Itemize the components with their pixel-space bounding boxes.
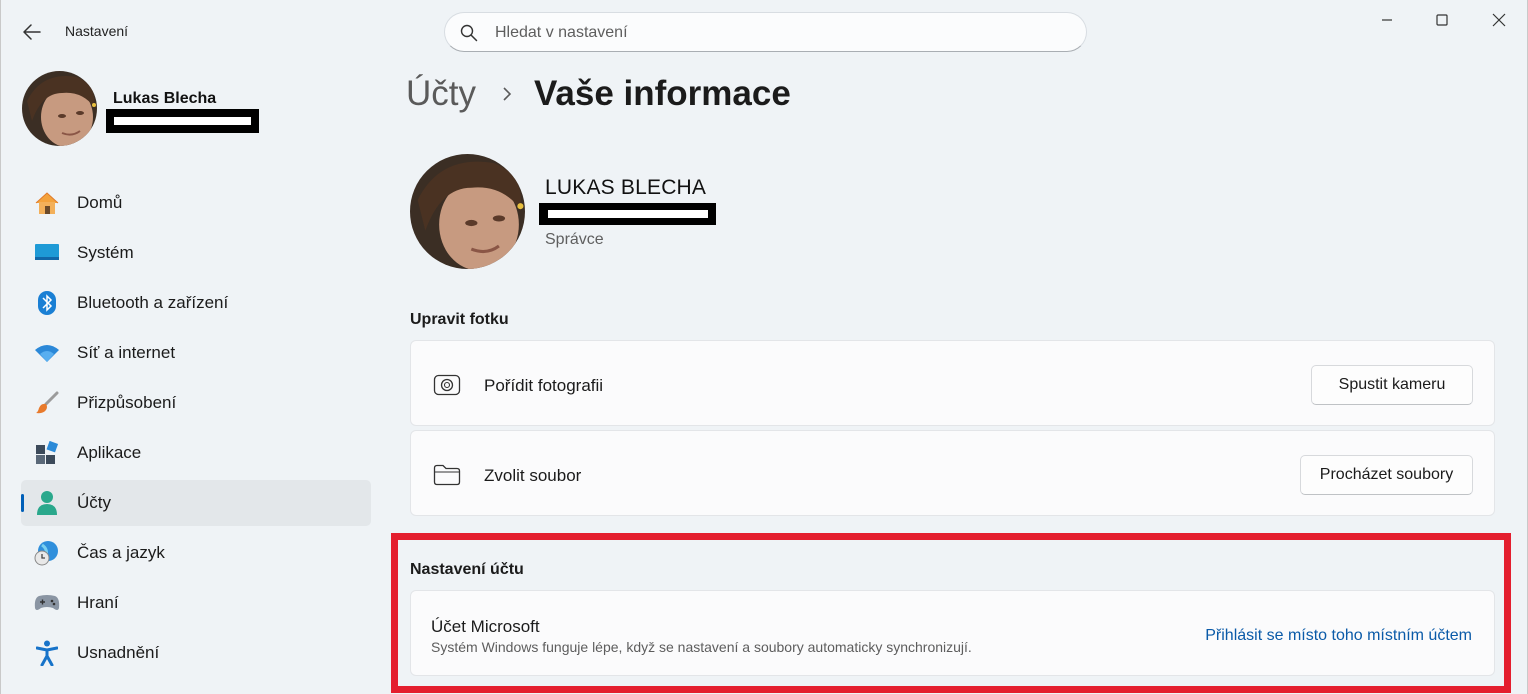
sidebar-item-bluetooth[interactable]: Bluetooth a zařízení xyxy=(21,280,371,326)
app-title: Nastavení xyxy=(65,23,129,39)
highlight-box xyxy=(391,533,1511,693)
gamepad-icon xyxy=(33,589,61,617)
redacted-email xyxy=(106,109,259,133)
choose-file-label: Zvolit soubor xyxy=(484,466,582,485)
settings-window: Nastavení Lukas Blecha xyxy=(0,0,1528,694)
take-photo-card: Pořídit fotografii Spustit kameru xyxy=(410,340,1495,426)
sidebar-item-label: Čas a jazyk xyxy=(77,543,165,562)
breadcrumb-parent[interactable]: Účty xyxy=(406,74,476,114)
title-bar: Nastavení xyxy=(1,0,1528,62)
chevron-right-icon xyxy=(502,86,512,102)
user-photo-image xyxy=(410,154,525,269)
user-role: Správce xyxy=(545,231,604,248)
brush-icon xyxy=(33,389,61,417)
sidebar-item-gaming[interactable]: Hraní xyxy=(21,580,371,626)
page-title: Vaše informace xyxy=(534,74,791,113)
redacted-email xyxy=(539,203,716,225)
minimize-button[interactable] xyxy=(1359,0,1415,40)
sidebar-nav: Domů Systém Bluetooth a zařízení Síť a i… xyxy=(21,180,371,680)
sidebar-item-label: Účty xyxy=(77,493,111,512)
profile-photo-image xyxy=(22,71,97,146)
sidebar-item-label: Hraní xyxy=(77,593,119,612)
sidebar-item-accounts[interactable]: Účty xyxy=(21,480,371,526)
take-photo-label: Pořídit fotografii xyxy=(484,376,604,395)
sidebar-item-personalization[interactable]: Přizpůsobení xyxy=(21,380,371,426)
start-camera-button[interactable]: Spustit kameru xyxy=(1311,365,1473,405)
sidebar-item-time-language[interactable]: Čas a jazyk xyxy=(21,530,371,576)
sidebar-item-label: Domů xyxy=(77,193,123,212)
search-icon xyxy=(460,24,478,42)
search-box[interactable] xyxy=(444,12,1087,52)
choose-file-card: Zvolit soubor Procházet soubory xyxy=(410,430,1495,516)
accessibility-icon xyxy=(33,639,61,667)
back-button[interactable] xyxy=(17,18,47,46)
camera-icon xyxy=(433,374,461,396)
minimize-icon xyxy=(1382,19,1392,21)
profile-avatar[interactable] xyxy=(22,71,97,146)
sidebar-item-label: Bluetooth a zařízení xyxy=(77,293,229,312)
apps-icon xyxy=(33,439,61,467)
search-input[interactable] xyxy=(495,21,1055,45)
user-avatar xyxy=(410,154,525,269)
sidebar-item-network[interactable]: Síť a internet xyxy=(21,330,371,376)
system-icon xyxy=(33,239,61,267)
home-icon xyxy=(33,189,61,217)
breadcrumb: Účty Vaše informace xyxy=(406,74,791,114)
user-name: LUKAS BLECHA xyxy=(545,176,707,199)
sidebar-item-domu[interactable]: Domů xyxy=(21,180,371,226)
bluetooth-icon xyxy=(33,289,61,317)
sidebar-item-label: Aplikace xyxy=(77,443,142,462)
globe-clock-icon xyxy=(33,539,61,567)
close-button[interactable] xyxy=(1471,0,1527,40)
sidebar-item-label: Systém xyxy=(77,243,134,262)
sidebar-item-label: Přizpůsobení xyxy=(77,393,177,412)
edit-photo-heading: Upravit fotku xyxy=(410,311,509,328)
back-arrow-icon xyxy=(23,24,41,40)
profile-name: Lukas Blecha xyxy=(113,90,217,107)
wifi-icon xyxy=(33,339,61,367)
maximize-button[interactable] xyxy=(1414,0,1470,40)
sidebar-item-accessibility[interactable]: Usnadnění xyxy=(21,630,371,676)
sidebar-item-label: Síť a internet xyxy=(77,343,176,362)
close-icon xyxy=(1492,13,1506,27)
sidebar-item-system[interactable]: Systém xyxy=(21,230,371,276)
browse-files-button[interactable]: Procházet soubory xyxy=(1300,455,1473,495)
sidebar-item-apps[interactable]: Aplikace xyxy=(21,430,371,476)
account-icon xyxy=(33,489,61,517)
sidebar-item-label: Usnadnění xyxy=(77,643,160,662)
maximize-icon xyxy=(1436,14,1448,26)
folder-icon xyxy=(433,464,461,486)
